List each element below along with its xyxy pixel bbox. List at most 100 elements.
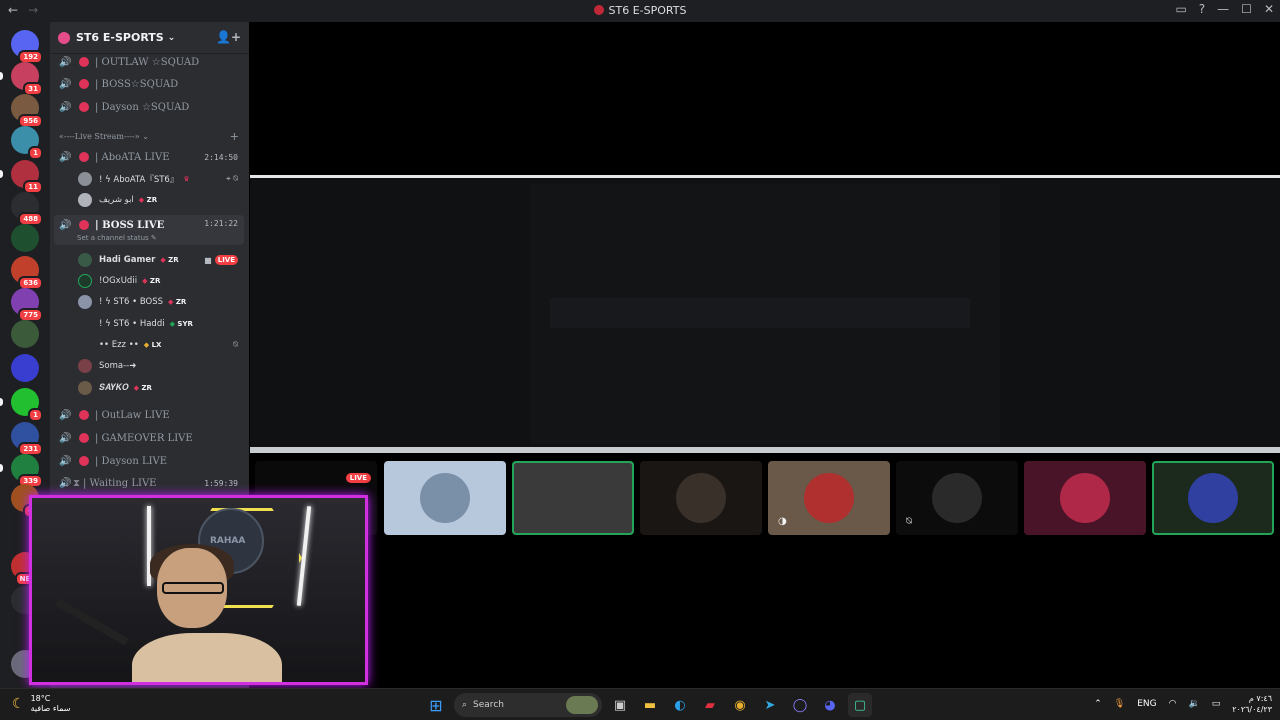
participant-avatar: [420, 473, 470, 523]
speaker-icon: 🔊: [59, 78, 72, 90]
category-label: «----Live Stream----» ⌄: [59, 132, 149, 141]
voice-channel[interactable]: 🔊 ⧗ | Waiting LIVE 1:59:39: [54, 473, 244, 493]
discord-icon[interactable]: ◕: [818, 693, 842, 717]
voice-channel[interactable]: 🔊 | BOSS☆SQUAD: [54, 74, 244, 94]
user-tag: ◆ ZR: [142, 277, 160, 285]
voice-user[interactable]: ! ϟ ST6 • BOSS ◆ ZR: [78, 292, 244, 312]
server-avatar: [11, 224, 39, 252]
participant-tile[interactable]: ⍉: [896, 461, 1018, 535]
unread-pill: [0, 398, 3, 406]
participant-tile[interactable]: ◑: [768, 461, 890, 535]
user-tag: ◆ ZR: [168, 298, 186, 306]
participant-tile[interactable]: [1024, 461, 1146, 535]
speaker-icon: 🔊: [59, 409, 72, 421]
add-channel-icon[interactable]: +: [230, 130, 239, 143]
mention-badge: 1: [28, 146, 43, 160]
channel-name: | BOSS LIVE: [95, 219, 165, 231]
battery-icon[interactable]: ▭: [1212, 699, 1221, 709]
server-icon[interactable]: 339: [11, 454, 43, 488]
channel-timer: 1:21:22: [204, 219, 238, 228]
server-icon[interactable]: 488: [11, 192, 43, 226]
channel-name: | Waiting LIVE: [83, 477, 157, 489]
voice-user[interactable]: Hadi Gamer ◆ ZR ■ LIVE: [78, 250, 244, 270]
voice-channel[interactable]: 🔊 | Dayson LIVE: [54, 451, 244, 471]
wifi-icon[interactable]: ◠: [1169, 699, 1177, 709]
help-icon[interactable]: ?: [1199, 2, 1205, 16]
live-badge-wrap: LIVE: [345, 465, 371, 484]
participant-avatar: [1188, 473, 1238, 523]
server-icon[interactable]: 11: [11, 160, 43, 194]
minimize-button[interactable]: —: [1217, 2, 1229, 16]
task-view-icon[interactable]: ▣: [608, 693, 632, 717]
maximize-button[interactable]: ☐: [1241, 2, 1252, 16]
category-live-stream[interactable]: «----Live Stream----» ⌄ +: [59, 130, 245, 143]
windows-start-icon[interactable]: ⊞: [424, 693, 448, 717]
voice-channel[interactable]: 🔊 | GAMEOVER LIVE: [54, 428, 244, 448]
voice-user[interactable]: Soma--➜: [78, 356, 244, 376]
unread-pill: [0, 72, 3, 80]
server-icon[interactable]: 1: [11, 126, 43, 160]
server-icon[interactable]: 192: [11, 30, 43, 64]
voice-channel[interactable]: 🔊 | OUTLAW ☆SQUAD: [54, 52, 244, 72]
voice-channel[interactable]: 🔊 | Dayson ☆SQUAD: [54, 97, 244, 117]
volume-icon[interactable]: 🔉: [1189, 699, 1200, 709]
mute-deafen-icons: ⌖ ⍉: [226, 174, 238, 183]
add-member-icon[interactable]: 👤+: [216, 30, 241, 44]
voice-user[interactable]: !OGxUdii ◆ ZR: [78, 271, 244, 291]
temperature: 18°C: [30, 694, 51, 703]
server-icon[interactable]: 31: [11, 62, 43, 96]
voice-channel-aboata[interactable]: 🔊 | AboATA LIVE 2:14:50: [54, 147, 244, 167]
server-icon[interactable]: 231: [11, 422, 43, 456]
server-icon[interactable]: [11, 224, 39, 252]
edge-icon[interactable]: ◐: [668, 693, 692, 717]
weather-widget[interactable]: ☾ 18°C سماء صافية: [12, 694, 70, 714]
speaker-icon: 🔊: [59, 432, 72, 444]
close-button[interactable]: ✕: [1264, 2, 1274, 16]
guild-header[interactable]: ST6 E-SPORTS ⌄ 👤+: [50, 22, 249, 54]
clock-date: ٢٠٢٦/٠٤/٢٣: [1232, 705, 1272, 714]
participant-tile[interactable]: [640, 461, 762, 535]
participant-tile[interactable]: [384, 461, 506, 535]
search-icon: ⌕: [462, 700, 468, 710]
file-explorer-icon[interactable]: ▬: [638, 693, 662, 717]
voice-user[interactable]: ! ϟ ST6 • Haddi ◆ SYR: [78, 314, 244, 334]
chrome-icon[interactable]: ◉: [728, 693, 752, 717]
telegram-icon[interactable]: ➤: [758, 693, 782, 717]
participant-tile[interactable]: [512, 461, 634, 535]
tag-text: SYR: [177, 320, 193, 328]
microphone-icon[interactable]: 🎙: [1114, 699, 1125, 709]
speaker-icon: 🔊: [59, 477, 72, 489]
avatar: [78, 172, 92, 186]
clock[interactable]: ٧:٤٦ م ٢٠٢٦/٠٤/٢٣: [1232, 693, 1272, 715]
server-icon[interactable]: 1: [11, 388, 43, 422]
voice-user[interactable]: ! ϟ AboATA『ST6』 ♛ ⌖ ⍉: [78, 169, 244, 189]
app-icon[interactable]: ▰: [698, 693, 722, 717]
speaker-icon: 🔊: [59, 455, 72, 467]
participant-tile[interactable]: [1152, 461, 1274, 535]
chevron-up-icon[interactable]: ⌃: [1094, 699, 1102, 709]
server-icon[interactable]: [11, 354, 39, 382]
voice-user[interactable]: •• Ezz •• ◆ LX ⍉: [78, 335, 244, 355]
moon-icon: ☾: [12, 696, 25, 712]
speaker-icon: 🔊: [59, 219, 72, 231]
deafened-icon: ⍉: [906, 516, 912, 527]
server-icon[interactable]: 636: [11, 256, 43, 290]
voice-user[interactable]: ابو شريف ◆ ZR: [78, 190, 244, 210]
voice-channel-boss[interactable]: 🔊 | BOSS LIVE 1:21:22 Set a channel stat…: [54, 215, 244, 245]
stream-viewer[interactable]: [250, 175, 1280, 453]
taskbar-search[interactable]: ⌕ Search: [454, 693, 602, 717]
server-icon[interactable]: [11, 320, 39, 348]
chevron-down-icon: ⌄: [167, 32, 176, 43]
server-icon[interactable]: 956: [11, 94, 43, 128]
voice-channel[interactable]: 🔊 | OutLaw LIVE: [54, 405, 244, 425]
server-icon[interactable]: 775: [11, 288, 43, 322]
app-icon[interactable]: ◯: [788, 693, 812, 717]
language-indicator[interactable]: ENG: [1137, 699, 1156, 709]
inbox-icon[interactable]: ▭: [1175, 2, 1186, 16]
channel-status[interactable]: Set a channel status ✎: [77, 234, 157, 242]
user-name: 𝑺𝑨𝒀𝑲𝑶: [99, 383, 129, 393]
active-app-icon[interactable]: ▢: [848, 693, 872, 717]
voice-user[interactable]: 𝑺𝑨𝒀𝑲𝑶 ◆ ZR: [78, 378, 244, 398]
windows-taskbar: ☾ 18°C سماء صافية ⊞ ⌕ Search ▣ ▬ ◐ ▰ ◉ ➤…: [0, 688, 1280, 720]
avatar: [78, 381, 92, 395]
